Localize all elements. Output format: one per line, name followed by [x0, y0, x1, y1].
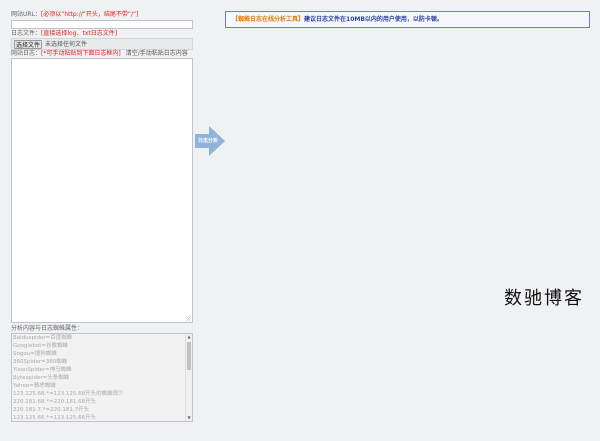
notice-text: 建议日志文件在10MB以内的用户使用，以防卡顿。	[304, 16, 443, 23]
weblog-label: 网站日志：	[11, 50, 42, 57]
result-line: 220.181.68.*=220.181.68开头	[13, 399, 97, 405]
analyze-button-label: 日志分析	[197, 138, 218, 144]
result-scrollbar[interactable]: ▲ ▼	[185, 334, 192, 421]
file-input-bar: 选择文件 未选择任何文件	[11, 38, 193, 50]
brand-text: 数驰博客	[504, 288, 584, 309]
result-textarea[interactable]: Baiduspider=百度蜘蛛 Googlebot=谷歌蜘蛛 Sogou=搜狗蜘蛛…	[11, 333, 193, 422]
result-line: Sogou=搜狗蜘蛛	[13, 351, 57, 357]
scroll-thumb[interactable]	[187, 342, 191, 370]
url-hint: [必须以“http://”开头，结尾不带“/”]	[40, 11, 139, 18]
notice-highlight: 【蜘蛛日志在线分析工具】	[232, 16, 305, 23]
result-lines: Baiduspider=百度蜘蛛 Googlebot=谷歌蜘蛛 Sogou=搜狗蜘蛛…	[12, 334, 192, 421]
choose-file-button[interactable]: 选择文件	[14, 40, 42, 49]
logfile-label: 日志文件：	[11, 30, 42, 37]
result-line: 123.125.68.*=123.125.68开头的蜘蛛很少	[13, 391, 124, 397]
logfile-label-row: 日志文件：[直接选择log、txt日志文件]	[11, 30, 117, 38]
no-file-text: 未选择任何文件	[45, 41, 88, 48]
url-input[interactable]	[11, 20, 193, 29]
result-line: Googlebot=谷歌蜘蛛	[13, 343, 69, 349]
result-line: Yahoo=雅虎蜘蛛	[13, 383, 56, 389]
resize-grip-icon[interactable]	[186, 316, 191, 321]
clear-log-link[interactable]: 清空/手动粘贴日志内容	[126, 50, 188, 57]
result-line: 220.181.7.*=220.181.7开头	[13, 407, 90, 413]
weblog-label-row: 网站日志：[*可手动粘贴到下面日志框内] 清空/手动粘贴日志内容	[11, 50, 188, 58]
analyze-button[interactable]: 日志分析	[195, 126, 226, 156]
result-line: Bytespider=头条蜘蛛	[13, 375, 70, 381]
weblog-textarea[interactable]	[11, 58, 193, 323]
result-line: 123.125.66.*=123.125.66开头	[13, 415, 97, 421]
weblog-hint: [*可手动粘贴到下面日志框内]	[41, 50, 121, 57]
scroll-down-icon[interactable]: ▼	[186, 415, 192, 421]
notice-banner: 【蜘蛛日志在线分析工具】建议日志文件在10MB以内的用户使用，以防卡顿。	[225, 11, 590, 28]
result-line: Baiduspider=百度蜘蛛	[13, 335, 73, 341]
url-label-row: 网站URL：[必须以“http://”开头，结尾不带“/”]	[11, 11, 138, 19]
result-line: 360Spider=360蜘蛛	[13, 359, 68, 365]
logfile-hint: [直接选择log、txt日志文件]	[41, 30, 118, 37]
result-line: YisouSpider=神马蜘蛛	[13, 367, 72, 373]
result-label: 分析内容与日志蜘蛛属性：	[11, 325, 84, 332]
scroll-up-icon[interactable]: ▲	[186, 334, 192, 340]
url-label: 网站URL：	[11, 11, 41, 18]
